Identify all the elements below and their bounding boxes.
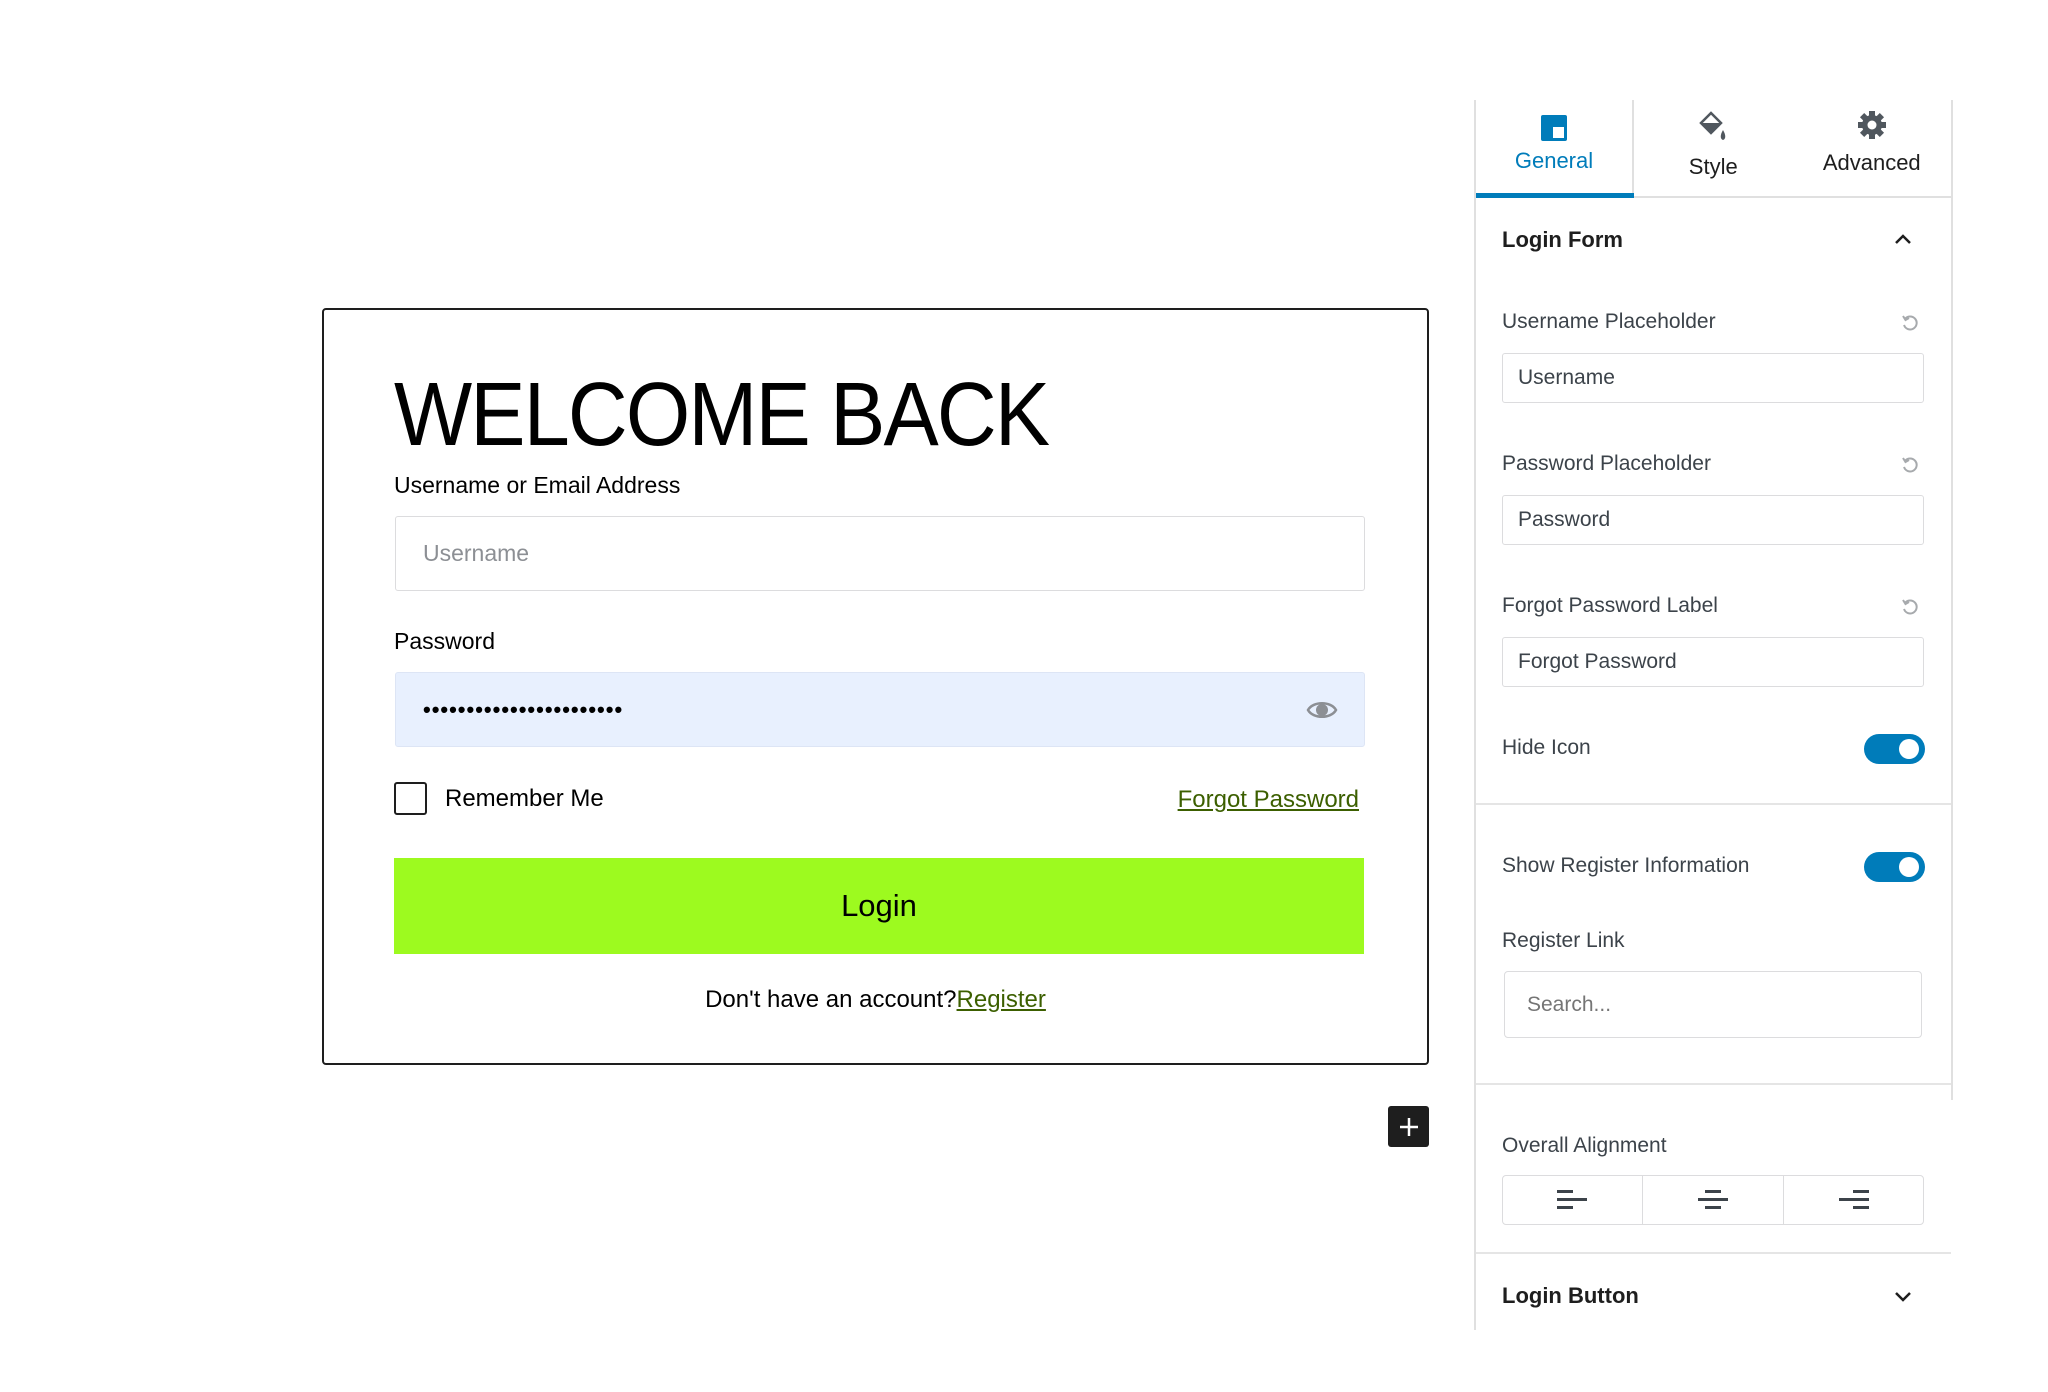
register-link[interactable]: Register [957,986,1046,1013]
remember-me[interactable]: Remember Me [394,782,604,815]
show-register-toggle[interactable] [1864,852,1925,882]
panel-login-button-toggle[interactable]: Login Button [1476,1266,1951,1326]
register-link-search-input[interactable]: Search... [1504,971,1922,1038]
reset-icon[interactable] [1901,314,1919,332]
settings-tabs: General Style Advanced [1476,100,1951,198]
divider [1476,1083,1951,1085]
login-form-block[interactable]: WELCOME BACK Username or Email Address U… [322,308,1429,1065]
align-left-icon [1556,1190,1587,1209]
register-link-placeholder: Search... [1527,992,1612,1016]
align-center-icon [1697,1190,1728,1209]
remember-me-label: Remember Me [445,784,604,812]
username-placeholder-value: Username [1518,366,1615,389]
show-register-label: Show Register Information [1502,854,1750,877]
panel-title: Login Button [1502,1283,1639,1308]
paint-bucket-icon [1699,111,1726,140]
block-layout-icon [1541,115,1567,141]
forgot-password-label-value: Forgot Password [1518,650,1677,673]
register-info: Don't have an account?Register [324,986,1427,1014]
register-prompt: Don't have an account? [705,986,957,1013]
forgot-password-link[interactable]: Forgot Password [1178,786,1359,814]
overall-alignment-label: Overall Alignment [1502,1134,1667,1157]
password-placeholder-value: Password [1518,508,1611,531]
form-title: WELCOME BACK [394,365,1050,465]
username-label: Username or Email Address [394,472,681,498]
align-center-button[interactable] [1642,1176,1782,1224]
hide-icon-toggle[interactable] [1864,734,1925,764]
chevron-up-icon [1895,234,1911,244]
gear-icon [1857,111,1886,139]
password-placeholder-label: Password Placeholder [1502,452,1711,475]
forgot-password-label-label: Forgot Password Label [1502,594,1718,617]
tab-label: Advanced [1822,150,1921,175]
register-link-label: Register Link [1502,929,1625,952]
sidebar-border [1474,100,1476,1330]
tab-advanced[interactable]: Advanced [1793,100,1952,196]
divider [1476,803,1951,805]
password-masked-value: ••••••••••••••••••••••• [423,696,624,722]
tab-general[interactable]: General [1476,100,1634,198]
plus-icon [1399,1117,1418,1136]
panel-login-form-toggle[interactable]: Login Form [1476,210,1951,270]
username-input[interactable]: Username [395,516,1365,591]
align-right-icon [1839,1190,1870,1209]
block-settings-sidebar: General Style Advanced Login Form Userna… [1474,100,1953,1330]
reset-icon[interactable] [1901,598,1919,616]
tab-label: General [1514,148,1594,173]
divider [1476,1252,1951,1254]
password-input[interactable]: ••••••••••••••••••••••• [395,672,1365,747]
hide-icon-label: Hide Icon [1502,736,1591,759]
password-placeholder-input[interactable]: Password [1502,495,1924,545]
eye-icon[interactable] [1306,697,1338,723]
reset-icon[interactable] [1901,456,1919,474]
forgot-password-label-input[interactable]: Forgot Password [1502,637,1924,687]
remember-me-checkbox[interactable] [394,782,427,815]
add-block-button[interactable] [1388,1106,1429,1147]
login-button[interactable]: Login [394,858,1364,954]
panel-title: Login Form [1502,227,1623,252]
sidebar-border [1951,100,1953,1100]
password-label: Password [394,628,495,654]
align-right-button[interactable] [1782,1176,1923,1224]
chevron-down-icon [1895,1292,1911,1302]
tab-label: Style [1688,154,1738,179]
username-placeholder: Username [423,540,530,566]
username-placeholder-label: Username Placeholder [1502,310,1716,333]
alignment-button-group [1502,1175,1924,1225]
username-placeholder-input[interactable]: Username [1502,353,1924,403]
tab-style[interactable]: Style [1634,100,1793,196]
align-left-button[interactable] [1503,1176,1642,1224]
